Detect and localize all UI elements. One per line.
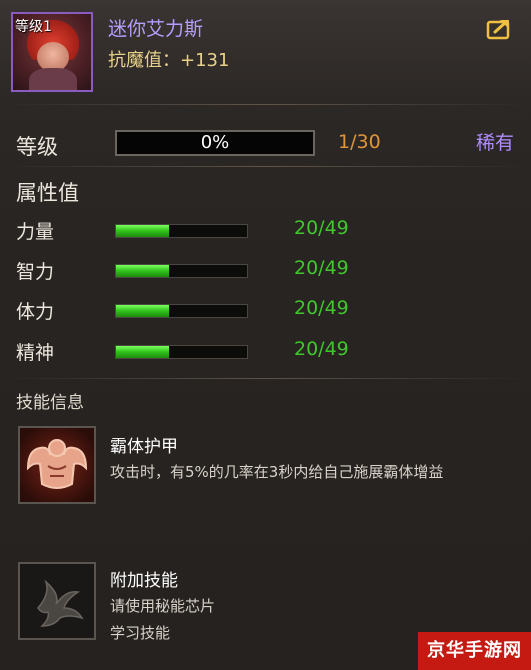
attribute-row-intelligence: 智力 20/49	[0, 257, 531, 287]
attribute-label: 力量	[16, 221, 55, 243]
resist-label: 抗魔值：	[108, 50, 180, 71]
level-progress-bar: 0%	[115, 130, 315, 156]
skill-description: 请使用秘能芯片	[110, 597, 216, 615]
attribute-bar	[115, 224, 248, 238]
attribute-row-stamina: 体力 20/49	[0, 297, 531, 327]
skill-description: 攻击时，有5%的几率在3秒内给自己施展霸体增益	[110, 463, 444, 481]
attribute-bar	[115, 304, 248, 318]
pet-portrait[interactable]: 等级1	[11, 12, 93, 92]
attribute-label: 智力	[16, 261, 55, 283]
attribute-value: 20/49	[294, 297, 349, 319]
skill-name: 附加技能	[110, 571, 178, 591]
pet-level-tag: 等级1	[15, 19, 52, 35]
locked-skill-icon[interactable]	[18, 562, 96, 640]
attribute-bar	[115, 264, 248, 278]
resist-value: +131	[180, 50, 230, 71]
attribute-bar-fill	[116, 305, 170, 317]
skills-title: 技能信息	[16, 393, 84, 413]
divider	[0, 378, 531, 379]
level-label: 等级	[16, 135, 58, 159]
level-progress-percent: 0%	[200, 132, 230, 153]
share-arrow-icon[interactable]	[486, 18, 512, 40]
rarity-label: 稀有	[476, 132, 515, 154]
attributes-title: 属性值	[16, 181, 79, 205]
attribute-bar-fill	[116, 265, 170, 277]
skill-description: 学习技能	[110, 624, 171, 642]
attribute-bar-fill	[116, 346, 170, 358]
attribute-row-spirit: 精神 20/49	[0, 338, 531, 368]
attribute-label: 精神	[16, 342, 55, 364]
divider	[0, 166, 531, 167]
level-progress-count: 1/30	[338, 131, 381, 153]
attribute-value: 20/49	[294, 338, 349, 360]
attribute-row-strength: 力量 20/49	[0, 217, 531, 247]
attribute-value: 20/49	[294, 217, 349, 239]
divider	[0, 104, 531, 105]
pet-info-panel: 等级1 迷你艾力斯 抗魔值：+131 等级 0% 1/30 稀有 属性值 力量 …	[0, 0, 531, 670]
attribute-bar-fill	[116, 225, 170, 237]
pet-name: 迷你艾力斯	[108, 18, 204, 40]
attribute-bar	[115, 345, 248, 359]
site-watermark: 京华手游网	[418, 632, 531, 670]
attribute-value: 20/49	[294, 257, 349, 279]
pet-header: 等级1 迷你艾力斯 抗魔值：+131	[0, 0, 531, 100]
muscle-armor-icon[interactable]	[18, 426, 96, 504]
skill-name: 霸体护甲	[110, 437, 178, 457]
resist-stat: 抗魔值：+131	[108, 46, 229, 72]
portrait-body	[29, 68, 77, 90]
attribute-label: 体力	[16, 301, 55, 323]
